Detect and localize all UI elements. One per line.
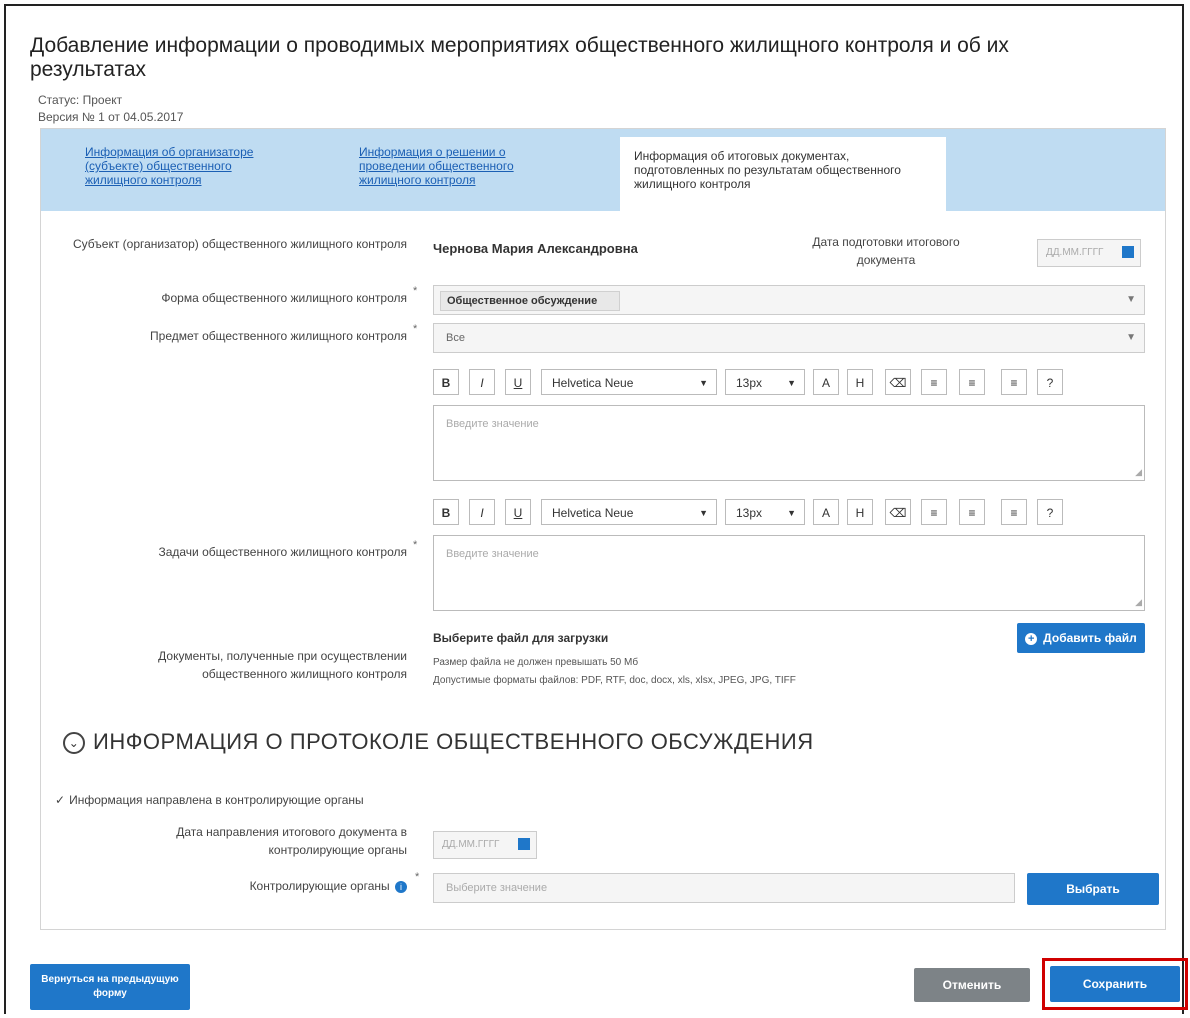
control-bodies-placeholder: Выберите значение [446, 882, 548, 894]
protocol-section-header[interactable]: ⌄ ИНФОРМАЦИЯ О ПРОТОКОЛЕ ОБЩЕСТВЕННОГО ОБ… [63, 729, 814, 755]
save-button[interactable]: Сохранить [1050, 966, 1180, 1002]
list-ordered-button[interactable]: ≡ [959, 369, 985, 395]
font-select-value: Helvetica Neue [552, 506, 634, 520]
bold-button[interactable]: B [433, 369, 459, 395]
version-text: Версия № 1 от 04.05.2017 [38, 110, 184, 124]
highlight-button[interactable]: H [847, 369, 873, 395]
subject-value: Чернова Мария Александровна [433, 241, 638, 256]
prep-date-field[interactable]: ДД.ММ.ГГГГ [1037, 239, 1141, 267]
bold-button[interactable]: B [433, 499, 459, 525]
chevron-down-icon: ▼ [699, 378, 708, 388]
send-date-field[interactable]: ДД.ММ.ГГГГ [433, 831, 537, 859]
subject-matter-value: Все [446, 332, 465, 344]
required-mark: * [413, 285, 418, 297]
size-select[interactable]: 13px ▼ [725, 499, 805, 525]
form-select[interactable]: Общественное обсуждение ▼ [433, 285, 1145, 315]
prep-date-placeholder: ДД.ММ.ГГГГ [1046, 247, 1104, 258]
required-mark: * [413, 539, 418, 551]
editor-placeholder: Введите значение [446, 548, 539, 560]
list-unordered-button[interactable]: ≡ [921, 499, 947, 525]
send-date-label: Дата направления итогового документа в к… [176, 825, 407, 857]
eraser-button[interactable]: ⌫ [885, 369, 911, 395]
chevron-down-icon: ▼ [699, 508, 708, 518]
help-button[interactable]: ? [1037, 369, 1063, 395]
size-select-value: 13px [736, 506, 763, 520]
calendar-icon[interactable] [1122, 246, 1134, 258]
prep-date-label: Дата подготовки итогового документа [812, 235, 960, 267]
font-select[interactable]: Helvetica Neue ▼ [541, 369, 717, 395]
chevron-down-icon[interactable]: ▼ [1126, 294, 1136, 305]
highlight-button[interactable]: H [847, 499, 873, 525]
subject-matter-editor[interactable]: Введите значение ◢ [433, 405, 1145, 481]
editor-placeholder: Введите значение [446, 418, 539, 430]
text-color-button[interactable]: A [813, 369, 839, 395]
size-select[interactable]: 13px ▼ [725, 369, 805, 395]
add-file-button[interactable]: + Добавить файл [1017, 623, 1145, 653]
align-button[interactable]: ≡ [1001, 499, 1027, 525]
tab-decision[interactable]: Информация о решении о проведении общест… [359, 145, 559, 187]
send-date-placeholder: ДД.ММ.ГГГГ [442, 839, 500, 850]
sent-to-control-checkbox[interactable]: ✓ Информация направлена в контролирующие … [55, 793, 364, 807]
tasks-label: Задачи общественного жилищного контроля [158, 545, 407, 559]
required-mark: * [415, 871, 420, 883]
control-bodies-input[interactable]: Выберите значение [433, 873, 1015, 903]
tab-decision-link[interactable]: Информация о решении о проведении общест… [359, 145, 514, 187]
required-mark: * [413, 323, 418, 335]
tab-organizer-link[interactable]: Информация об организаторе (субъекте) об… [85, 145, 253, 187]
sent-to-control-label: Информация направлена в контролирующие о… [69, 793, 364, 807]
form-label: Форма общественного жилищного контроля [161, 291, 407, 305]
underline-button[interactable]: U [505, 499, 531, 525]
tasks-editor[interactable]: Введите значение ◢ [433, 535, 1145, 611]
checkmark-icon[interactable]: ✓ [55, 793, 65, 807]
subject-label: Субъект (организатор) общественного жили… [73, 237, 407, 251]
font-select[interactable]: Helvetica Neue ▼ [541, 499, 717, 525]
tab-bar: Информация об организаторе (субъекте) об… [41, 129, 1165, 211]
control-bodies-label: Контролирующие органы i [131, 877, 407, 895]
help-button[interactable]: ? [1037, 499, 1063, 525]
calendar-icon[interactable] [518, 838, 530, 850]
underline-button[interactable]: U [505, 369, 531, 395]
tab-organizer[interactable]: Информация об организаторе (субъекте) об… [85, 145, 285, 187]
info-icon[interactable]: i [395, 881, 407, 893]
page-title: Добавление информации о проводимых мероп… [30, 34, 1009, 81]
subject-matter-label: Предмет общественного жилищного контроля [150, 329, 407, 343]
chevron-down-icon: ▼ [787, 508, 796, 518]
protocol-section-title: ИНФОРМАЦИЯ О ПРОТОКОЛЕ ОБЩЕСТВЕННОГО ОБС… [93, 729, 814, 754]
add-file-label: Добавить файл [1043, 631, 1137, 645]
subject-matter-select[interactable]: Все ▼ [433, 323, 1145, 353]
form-card: Информация об организаторе (субъекте) об… [40, 128, 1166, 930]
italic-button[interactable]: I [469, 369, 495, 395]
file-types-note: Допустимые форматы файлов: PDF, RTF, doc… [433, 675, 796, 686]
collapse-circle-icon[interactable]: ⌄ [63, 732, 85, 755]
file-choose-text: Выберите файл для загрузки [433, 631, 609, 645]
status-text: Статус: Проект [38, 93, 123, 107]
list-unordered-button[interactable]: ≡ [921, 369, 947, 395]
file-size-note: Размер файла не должен превышать 50 Мб [433, 657, 639, 668]
italic-button[interactable]: I [469, 499, 495, 525]
chevron-down-icon: ▼ [787, 378, 796, 388]
resize-handle-icon[interactable]: ◢ [1135, 597, 1142, 608]
text-color-button[interactable]: A [813, 499, 839, 525]
chevron-down-icon[interactable]: ▼ [1126, 332, 1136, 343]
control-bodies-label-text: Контролирующие органы [249, 879, 390, 893]
tab-final-documents[interactable]: Информация об итоговых документах, подго… [620, 137, 946, 211]
resize-handle-icon[interactable]: ◢ [1135, 467, 1142, 478]
font-select-value: Helvetica Neue [552, 376, 634, 390]
tab-final-documents-label: Информация об итоговых документах, подго… [634, 149, 901, 191]
size-select-value: 13px [736, 376, 763, 390]
align-button[interactable]: ≡ [1001, 369, 1027, 395]
form-selected-value: Общественное обсуждение [447, 295, 598, 307]
form-selected-chip[interactable]: Общественное обсуждение [440, 291, 621, 311]
choose-button[interactable]: Выбрать [1027, 873, 1159, 905]
prev-form-button[interactable]: Вернуться на предыдущую форму [30, 964, 190, 1010]
cancel-button[interactable]: Отменить [914, 968, 1030, 1002]
documents-label: Документы, полученные при осуществлении … [158, 649, 407, 681]
eraser-button[interactable]: ⌫ [885, 499, 911, 525]
list-ordered-button[interactable]: ≡ [959, 499, 985, 525]
plus-circle-icon: + [1025, 633, 1038, 645]
